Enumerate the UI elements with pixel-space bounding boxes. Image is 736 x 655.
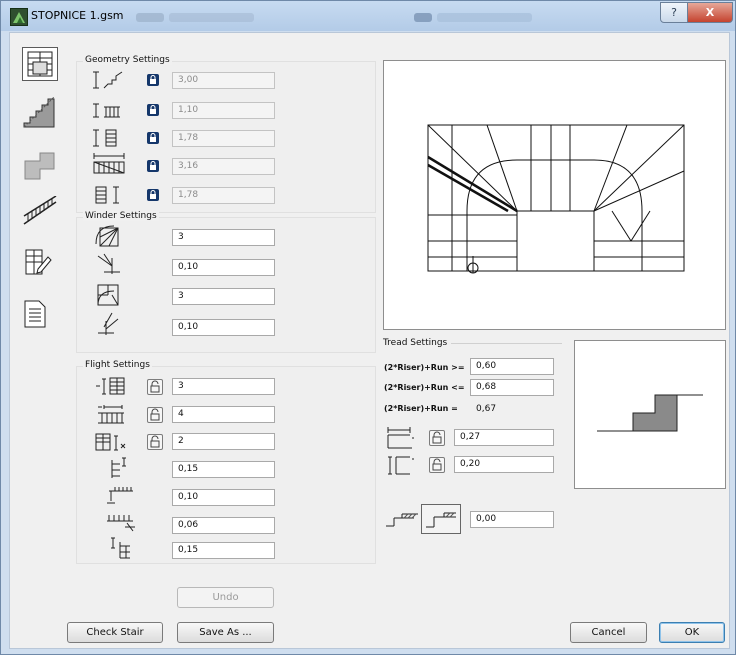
riser-thickness-icon — [108, 456, 132, 483]
landing-steps-field[interactable]: 2 — [172, 433, 275, 450]
help-button[interactable]: ? — [660, 2, 688, 23]
stair-height-field[interactable]: 3,00 — [172, 72, 275, 89]
rule-eq-label: (2*Riser)+Run = — [384, 404, 458, 413]
landing-steps-icon — [94, 432, 130, 455]
winder-settings-label: Winder Settings — [83, 211, 159, 221]
lock-icon[interactable] — [147, 189, 159, 201]
nosing-option-1-icon[interactable] — [384, 508, 420, 533]
tread-count-icon — [94, 405, 130, 428]
blurred-text — [169, 13, 254, 22]
tread-settings-divider — [451, 343, 562, 344]
title-bar: STOPNICE 1.gsm ? X — [1, 1, 735, 31]
lock-icon[interactable] — [147, 132, 159, 144]
undo-button[interactable]: Undo — [177, 587, 274, 608]
headroom-icon — [92, 128, 124, 151]
riser-count-field[interactable]: 3 — [172, 378, 275, 395]
stringer-icon — [108, 536, 134, 563]
step-profile-preview — [574, 340, 726, 489]
tread-run-icon — [386, 426, 416, 453]
stair-width-field[interactable]: 1,10 — [172, 102, 275, 119]
rule-ge-label: (2*Riser)+Run >= — [384, 363, 465, 372]
winder-offset-2-icon — [94, 311, 124, 340]
lock-icon[interactable] — [147, 74, 159, 86]
winder-offset-icon — [94, 252, 124, 279]
riser-thickness-field[interactable]: 0,15 — [172, 461, 275, 478]
lock-icon[interactable] — [147, 160, 159, 172]
unlock-icon[interactable] — [147, 379, 163, 395]
winder-offset-field[interactable]: 0,10 — [172, 259, 275, 276]
stair-width-icon — [92, 101, 124, 122]
document-icon[interactable] — [22, 299, 48, 329]
lock-icon[interactable] — [147, 104, 159, 116]
riser-count-icon — [94, 376, 130, 399]
stair-length-field[interactable]: 3,16 — [172, 158, 275, 175]
archicad-app-icon — [10, 8, 28, 26]
winder-steps-field[interactable]: 3 — [172, 229, 275, 246]
stair-height-icon — [92, 70, 124, 93]
tread-riser-icon — [386, 454, 416, 481]
blurred-text — [136, 13, 164, 22]
stair-3d-icon[interactable] — [22, 143, 56, 183]
blurred-text — [437, 13, 532, 22]
close-button[interactable]: X — [687, 2, 733, 23]
winder-steps-icon — [94, 224, 124, 251]
winder-offset-2-field[interactable]: 0,10 — [172, 319, 275, 336]
nosing-icon — [105, 483, 135, 510]
overhang-field[interactable]: 0,06 — [172, 517, 275, 534]
nosing-option-2-icon[interactable] — [421, 504, 461, 534]
blurred-text — [414, 13, 432, 22]
stair-plan-icon[interactable] — [22, 47, 58, 81]
landing-height-field[interactable]: 1,78 — [172, 187, 275, 204]
stair-section-icon[interactable] — [22, 95, 56, 129]
dialog-client: Geometry Settings 3,00 1,10 1,78 3,16 1,… — [9, 32, 730, 649]
unlock-icon[interactable] — [147, 407, 163, 423]
railing-icon[interactable] — [22, 195, 58, 228]
geometry-settings-label: Geometry Settings — [83, 55, 172, 65]
check-stair-button[interactable]: Check Stair — [67, 622, 163, 643]
nosing-offset-field[interactable]: 0,00 — [470, 511, 554, 528]
save-as-button[interactable]: Save As ... — [177, 622, 274, 643]
window-title: STOPNICE 1.gsm — [31, 9, 124, 22]
headroom-field[interactable]: 1,78 — [172, 130, 275, 147]
overhang-icon — [105, 511, 137, 538]
rule-le-label: (2*Riser)+Run <= — [384, 383, 465, 392]
landing-height-icon — [92, 185, 124, 208]
unlock-icon[interactable] — [429, 457, 445, 473]
rule-eq-value: 0,67 — [476, 404, 497, 414]
stair-edit-icon[interactable] — [22, 247, 52, 277]
flight-settings-label: Flight Settings — [83, 360, 152, 370]
ok-button[interactable]: OK — [659, 622, 725, 643]
unlock-icon[interactable] — [429, 430, 445, 446]
winder-steps-2-field[interactable]: 3 — [172, 288, 275, 305]
tread-run-field[interactable]: 0,27 — [454, 429, 554, 446]
tread-count-field[interactable]: 4 — [172, 406, 275, 423]
stair-length-icon — [92, 153, 126, 178]
stair-plan-preview — [383, 60, 726, 330]
rule-le-field[interactable]: 0,68 — [470, 379, 554, 396]
tread-riser-field[interactable]: 0,20 — [454, 456, 554, 473]
stringer-field[interactable]: 0,15 — [172, 542, 275, 559]
tread-settings-label: Tread Settings — [383, 338, 448, 348]
winder-steps-2-icon — [94, 283, 124, 310]
nosing-field[interactable]: 0,10 — [172, 489, 275, 506]
cancel-button[interactable]: Cancel — [570, 622, 647, 643]
dialog-window: STOPNICE 1.gsm ? X Geometry Settings 3,0… — [0, 0, 736, 655]
rule-ge-field[interactable]: 0,60 — [470, 358, 554, 375]
unlock-icon[interactable] — [147, 434, 163, 450]
